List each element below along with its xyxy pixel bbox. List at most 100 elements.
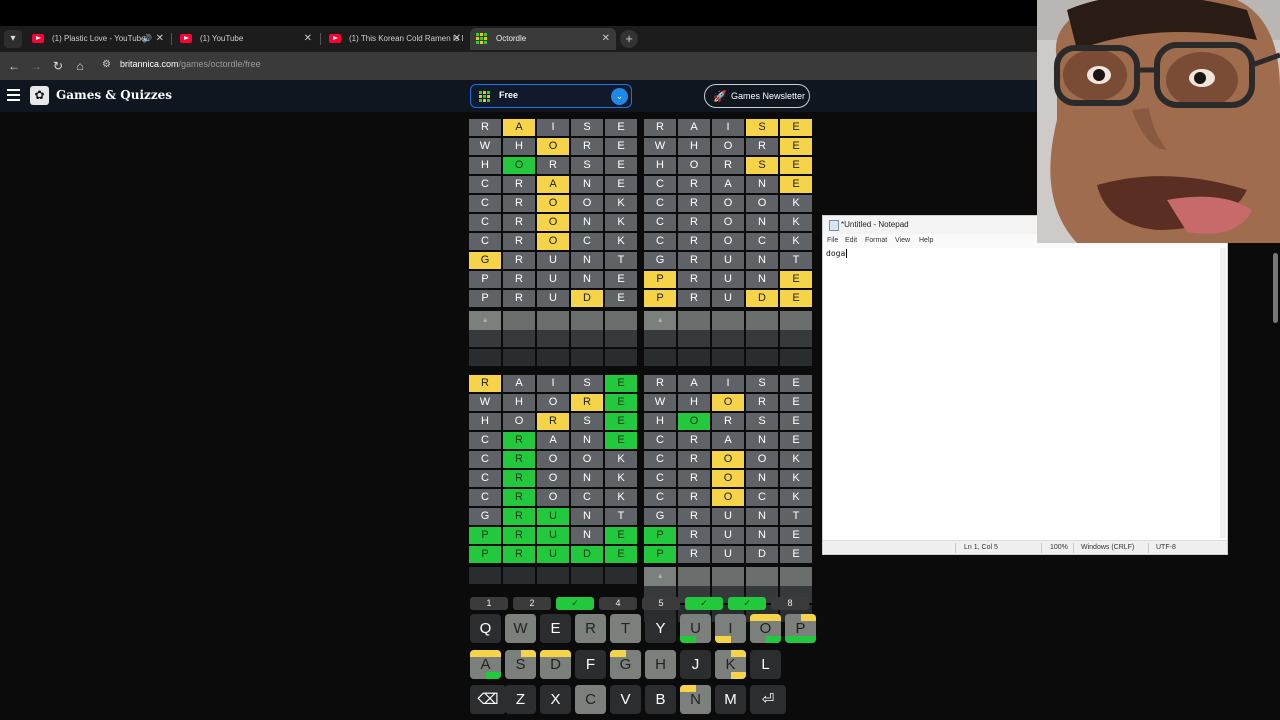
letter-tile: I (712, 375, 744, 392)
key-d[interactable]: D (540, 650, 571, 679)
close-icon[interactable]: ✕ (453, 28, 461, 50)
board-indicator-2[interactable]: 2 (513, 597, 551, 610)
key-g[interactable]: G (610, 650, 641, 679)
rocket-icon: 🚀 (713, 91, 727, 103)
key-w[interactable]: W (505, 614, 536, 643)
menu-edit[interactable]: Edit (845, 237, 857, 244)
key-v[interactable]: V (610, 685, 641, 714)
key-h[interactable]: H (645, 650, 676, 679)
scrollbar-thumb[interactable] (1273, 253, 1278, 323)
close-icon[interactable]: ✕ (304, 28, 312, 50)
key-f[interactable]: F (575, 650, 606, 679)
letter-tile: D (746, 546, 778, 563)
new-tab-button[interactable]: + (620, 30, 638, 48)
window-top-edge (0, 0, 1040, 26)
key-r[interactable]: R (575, 614, 606, 643)
page-scrollbar[interactable] (1271, 243, 1280, 588)
letter-tile (780, 311, 812, 331)
key-o[interactable]: O (750, 614, 781, 643)
backspace-key[interactable]: ⌫ (470, 685, 506, 714)
status-divider (1041, 543, 1042, 553)
notepad-window[interactable]: *Untitled - Notepad File Edit Format Vie… (822, 215, 1228, 555)
notepad-scrollbar[interactable] (1220, 248, 1226, 538)
key-m[interactable]: M (715, 685, 746, 714)
letter-tile: G (644, 508, 676, 525)
guess-row: CROCK (644, 233, 812, 250)
home-icon[interactable]: ⌂ (72, 58, 88, 74)
letter-tile: O (712, 138, 744, 155)
menu-format[interactable]: Format (865, 237, 887, 244)
key-label: H (655, 656, 666, 673)
letter-tile: U (712, 271, 744, 288)
letter-tile: W (644, 138, 676, 155)
reload-icon[interactable]: ↻ (50, 58, 66, 74)
key-j[interactable]: J (680, 650, 711, 679)
letter-tile: R (503, 527, 535, 544)
board-indicator-8[interactable]: 8 (771, 597, 809, 610)
close-icon[interactable]: ✕ (156, 28, 164, 50)
letter-tile (537, 349, 569, 366)
letter-tile: O (712, 233, 744, 250)
site-title[interactable]: Games & Quizzes (56, 88, 172, 102)
letter-tile: O (537, 489, 569, 506)
forward-arrow-icon[interactable]: → (28, 58, 44, 74)
tab-korean-cold-ramen[interactable]: (1) This Korean Cold Ramen Is I ✕ (323, 28, 467, 50)
key-k[interactable]: K (715, 650, 746, 679)
menu-file[interactable]: File (827, 237, 838, 244)
board-indicator-7[interactable]: ✓ (728, 597, 766, 610)
close-icon[interactable]: ✕ (602, 28, 610, 50)
letter-tile: R (469, 119, 501, 136)
tab-search-dropdown-icon[interactable]: ▾ (4, 30, 22, 48)
speaker-icon[interactable]: 🔊 (142, 28, 152, 50)
key-a[interactable]: A (470, 650, 501, 679)
letter-tile: R (678, 195, 710, 212)
board-indicator-3[interactable]: ✓ (556, 597, 594, 610)
letter-tile (537, 311, 569, 331)
key-x[interactable]: X (540, 685, 571, 714)
tab-octordle[interactable]: Octordle ✕ (470, 28, 616, 50)
tab-plastic-love[interactable]: (1) Plastic Love - YouTube 🔊 ✕ (26, 28, 170, 50)
board-indicator-5[interactable]: 5 (642, 597, 680, 610)
board-indicator-1[interactable]: 1 (470, 597, 508, 610)
letter-tile: N (571, 252, 603, 269)
key-z[interactable]: Z (505, 685, 536, 714)
key-p[interactable]: P (785, 614, 816, 643)
key-l[interactable]: L (750, 650, 781, 679)
letter-tile (503, 311, 535, 331)
tab-youtube[interactable]: (1) YouTube ✕ (174, 28, 318, 50)
board-indicator-4[interactable]: 4 (599, 597, 637, 610)
letter-tile: O (537, 451, 569, 468)
hamburger-menu-icon[interactable] (7, 89, 20, 101)
britannica-logo-icon[interactable]: ✿ (30, 86, 49, 105)
key-u[interactable]: U (680, 614, 711, 643)
url-field[interactable]: britannica.com/games/octordle/free (120, 59, 261, 69)
site-info-icon[interactable]: ⚙ (102, 59, 114, 71)
key-e[interactable]: E (540, 614, 571, 643)
letter-tile: A (537, 176, 569, 193)
notepad-text-area[interactable]: doga (826, 249, 848, 258)
key-s[interactable]: S (505, 650, 536, 679)
key-i[interactable]: I (715, 614, 746, 643)
letter-tile: E (780, 157, 812, 174)
games-newsletter-button[interactable]: 🚀 Games Newsletter (704, 84, 810, 108)
letter-tile: O (712, 394, 744, 411)
key-c[interactable]: C (575, 685, 606, 714)
game-mode-select[interactable]: Free ⌄ (470, 84, 632, 108)
key-t[interactable]: T (610, 614, 641, 643)
key-n[interactable]: N (680, 685, 711, 714)
guess-row: a (644, 567, 812, 587)
menu-help[interactable]: Help (919, 237, 933, 244)
enter-key[interactable]: ⏎ (750, 685, 786, 714)
letter-tile: R (678, 546, 710, 563)
guess-row: HORSE (469, 413, 637, 430)
key-label: L (761, 656, 770, 673)
key-q[interactable]: Q (470, 614, 501, 643)
menu-view[interactable]: View (895, 237, 910, 244)
board-indicator-6[interactable]: ✓ (685, 597, 723, 610)
back-arrow-icon[interactable]: ← (6, 58, 22, 74)
letter-tile: K (605, 195, 637, 212)
key-y[interactable]: Y (645, 614, 676, 643)
letter-tile: a (644, 311, 676, 331)
letter-tile: O (537, 470, 569, 487)
key-b[interactable]: B (645, 685, 676, 714)
